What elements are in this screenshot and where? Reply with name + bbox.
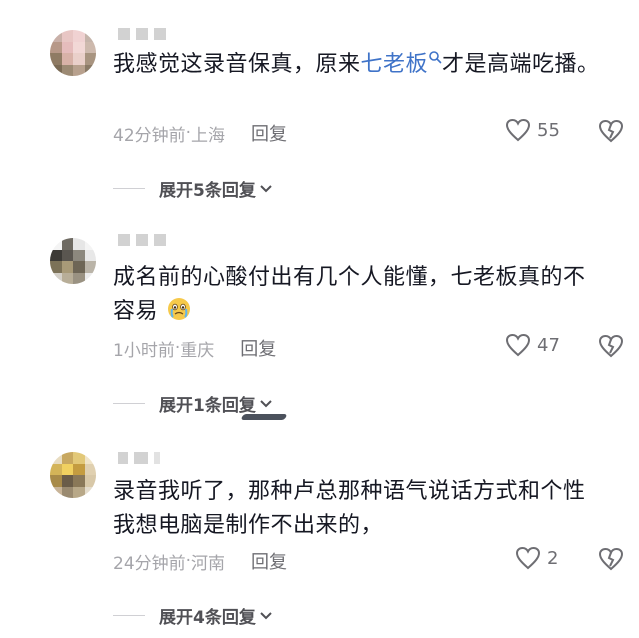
heart-icon	[505, 118, 531, 142]
heart-icon	[505, 333, 531, 357]
dislike-icon[interactable]	[598, 118, 624, 144]
comment-meta: 24分钟前 · 河南 回复	[113, 548, 287, 574]
reply-button[interactable]: 回复	[251, 548, 287, 574]
expand-replies-button[interactable]: 展开5条回复	[113, 176, 273, 201]
comment-meta: 42分钟前 · 上海 回复	[113, 120, 287, 146]
location: 河南	[191, 553, 226, 574]
timestamp: 1小时前	[113, 340, 175, 361]
location: 重庆	[180, 340, 215, 361]
reply-button[interactable]: 回复	[251, 120, 287, 146]
like-button[interactable]: 47	[505, 333, 560, 357]
expand-replies-button[interactable]: 展开4条回复	[113, 603, 273, 628]
location: 上海	[191, 125, 226, 146]
dislike-icon[interactable]	[598, 333, 624, 359]
username-masked[interactable]	[118, 28, 166, 42]
avatar[interactable]	[50, 452, 96, 498]
heart-icon	[515, 546, 541, 570]
expand-replies-button[interactable]: 展开1条回复	[113, 391, 273, 416]
like-count: 2	[547, 547, 559, 569]
comment-meta: 1小时前 · 重庆 回复	[113, 335, 276, 361]
expand-replies-label: 展开5条回复	[159, 181, 256, 201]
scribble-mark	[240, 414, 288, 420]
like-button[interactable]: 2	[515, 546, 558, 570]
expand-replies-label: 展开1条回复	[159, 396, 256, 416]
timestamp: 24分钟前	[113, 553, 186, 574]
chevron-down-icon	[260, 184, 272, 192]
avatar[interactable]	[50, 238, 96, 284]
chevron-down-icon	[260, 399, 272, 407]
search-icon	[429, 51, 442, 64]
keyword-link[interactable]: 七老板	[361, 51, 443, 77]
comment-text: 我感觉这录音保真，原来七老板 才是高端吃播。	[113, 51, 600, 77]
crying-face-emoji-icon	[167, 298, 190, 320]
comment-text: 成名前的心酸付出有几个人能懂，七老板真的不容易	[113, 265, 586, 324]
like-count: 47	[537, 334, 560, 356]
chevron-down-icon	[260, 611, 272, 619]
divider	[113, 403, 145, 404]
reply-button[interactable]: 回复	[240, 335, 276, 361]
username-masked[interactable]	[118, 452, 160, 466]
dislike-icon[interactable]	[598, 546, 624, 572]
avatar[interactable]	[50, 30, 96, 76]
comment-text: 录音我听了，那种卢总那种语气说话方式和个性我想电脑是制作不出来的，	[113, 479, 586, 538]
expand-replies-label: 展开4条回复	[159, 608, 256, 628]
like-count: 55	[537, 119, 560, 141]
timestamp: 42分钟前	[113, 125, 186, 146]
divider	[113, 615, 145, 616]
username-masked[interactable]	[118, 234, 166, 248]
divider	[113, 188, 145, 189]
like-button[interactable]: 55	[505, 118, 560, 142]
